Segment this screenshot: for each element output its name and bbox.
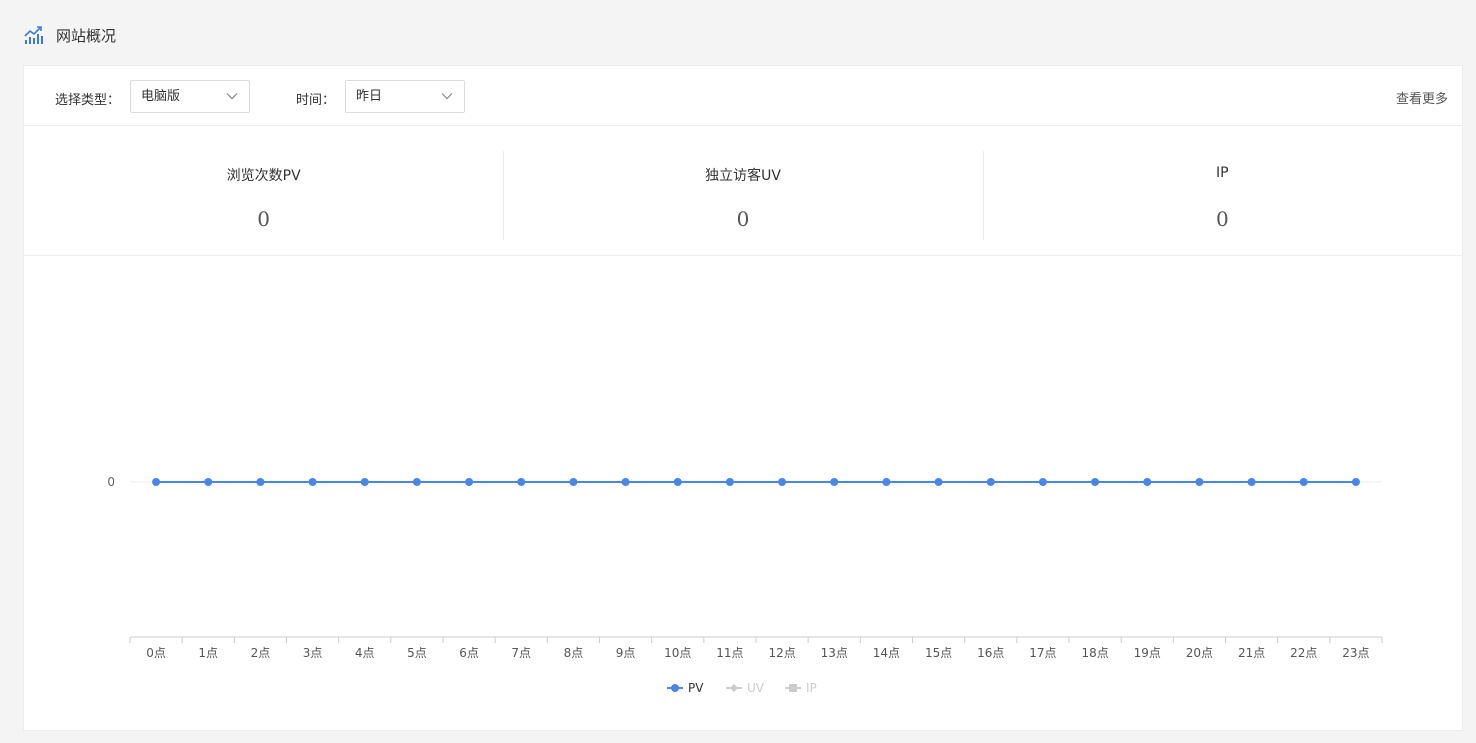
stat-value: 0 bbox=[257, 207, 271, 231]
x-tick-label: 16点 bbox=[977, 646, 1004, 660]
y-tick-label: 0 bbox=[107, 475, 115, 489]
type-label: 选择类型： bbox=[55, 93, 121, 108]
legend-marker bbox=[671, 684, 679, 692]
x-tick-label: 17点 bbox=[1029, 646, 1056, 660]
page-header: 网站概况 bbox=[24, 24, 116, 46]
data-point bbox=[882, 478, 891, 486]
chevron-down-icon bbox=[226, 93, 238, 100]
data-point bbox=[1038, 478, 1047, 486]
trend-chart-icon bbox=[24, 25, 43, 44]
type-select[interactable]: 电脑版 bbox=[130, 80, 250, 113]
data-point bbox=[673, 478, 682, 486]
data-point bbox=[517, 478, 526, 486]
legend-marker bbox=[730, 684, 738, 692]
stat-pv: 浏览次数PV 0 bbox=[24, 126, 503, 255]
x-tick-label: 12点 bbox=[768, 646, 795, 660]
x-tick-label: 3点 bbox=[303, 646, 323, 660]
stat-label: 独立访客UV bbox=[705, 168, 781, 184]
data-point bbox=[152, 478, 161, 486]
x-tick-label: 20点 bbox=[1186, 646, 1213, 660]
chevron-down-icon bbox=[441, 93, 453, 100]
legend-label-uv[interactable]: UV bbox=[747, 681, 765, 695]
data-point bbox=[1299, 478, 1308, 486]
time-select[interactable]: 昨日 bbox=[345, 80, 465, 113]
x-tick-label: 8点 bbox=[564, 646, 584, 660]
x-tick-label: 23点 bbox=[1342, 646, 1369, 660]
x-tick-label: 6点 bbox=[459, 646, 479, 660]
x-tick-label: 1点 bbox=[198, 646, 218, 660]
legend-marker bbox=[789, 684, 797, 692]
x-tick-label: 14点 bbox=[873, 646, 900, 660]
data-point bbox=[1351, 478, 1360, 486]
data-point bbox=[412, 478, 421, 486]
data-point bbox=[256, 478, 265, 486]
x-tick-label: 2点 bbox=[251, 646, 271, 660]
stat-uv: 独立访客UV 0 bbox=[503, 126, 982, 255]
data-point bbox=[1091, 478, 1100, 486]
page-title: 网站概况 bbox=[56, 26, 117, 45]
data-point bbox=[778, 478, 787, 486]
stat-label: 浏览次数PV bbox=[226, 168, 301, 184]
overview-card: 选择类型： 电脑版 时间： 昨日 查看更多 浏览次数PV 0 独立访客UV 0 … bbox=[23, 65, 1463, 731]
x-tick-label: 0点 bbox=[146, 646, 166, 660]
data-point bbox=[830, 478, 839, 486]
stat-value: 0 bbox=[736, 207, 750, 231]
data-point bbox=[986, 478, 995, 486]
data-point bbox=[621, 478, 630, 486]
x-tick-label: 21点 bbox=[1238, 646, 1265, 660]
stat-label: IP bbox=[1216, 165, 1229, 181]
data-point bbox=[204, 478, 213, 486]
data-point bbox=[1195, 478, 1204, 486]
x-tick-label: 4点 bbox=[355, 646, 375, 660]
x-tick-label: 13点 bbox=[821, 646, 848, 660]
view-more-link[interactable]: 查看更多 bbox=[1396, 88, 1448, 107]
stat-ip: IP 0 bbox=[982, 126, 1462, 255]
x-tick-label: 5点 bbox=[407, 646, 427, 660]
data-point bbox=[1247, 478, 1256, 486]
time-label: 时间： bbox=[296, 93, 336, 108]
x-tick-label: 10点 bbox=[664, 646, 691, 660]
x-tick-label: 11点 bbox=[716, 646, 743, 660]
line-chart: 0 0点 1点 2点 3点 4点 5点 6点 7点 8点 9点 10点 11点 12点 13点 14点 15点 1… bbox=[107, 475, 1383, 695]
data-point bbox=[934, 478, 943, 486]
time-select-value: 昨日 bbox=[356, 89, 383, 104]
legend-label-pv[interactable]: PV bbox=[688, 681, 704, 695]
x-tick-label: 19点 bbox=[1134, 646, 1161, 660]
x-tick-label: 15点 bbox=[925, 646, 952, 660]
type-select-value: 电脑版 bbox=[141, 89, 181, 104]
data-point bbox=[360, 478, 369, 486]
data-point bbox=[725, 478, 734, 486]
x-tick-label: 22点 bbox=[1290, 646, 1317, 660]
x-tick-label: 9点 bbox=[616, 646, 636, 660]
data-point bbox=[569, 478, 578, 486]
data-point bbox=[465, 478, 474, 486]
stats-row: 浏览次数PV 0 独立访客UV 0 IP 0 bbox=[24, 126, 1462, 256]
data-point bbox=[308, 478, 317, 486]
x-tick-label: 7点 bbox=[511, 646, 531, 660]
data-point bbox=[1143, 478, 1152, 486]
legend-label-ip[interactable]: IP bbox=[806, 681, 817, 695]
x-tick-label: 18点 bbox=[1081, 646, 1108, 660]
chart-area: 0 0点 1点 2点 3点 4点 5点 6点 7点 8点 9点 10点 11点 12点 13点 14点 15点 1… bbox=[24, 256, 1464, 732]
filter-toolbar: 选择类型： 电脑版 时间： 昨日 查看更多 bbox=[24, 66, 1462, 126]
stat-value: 0 bbox=[1215, 207, 1229, 231]
